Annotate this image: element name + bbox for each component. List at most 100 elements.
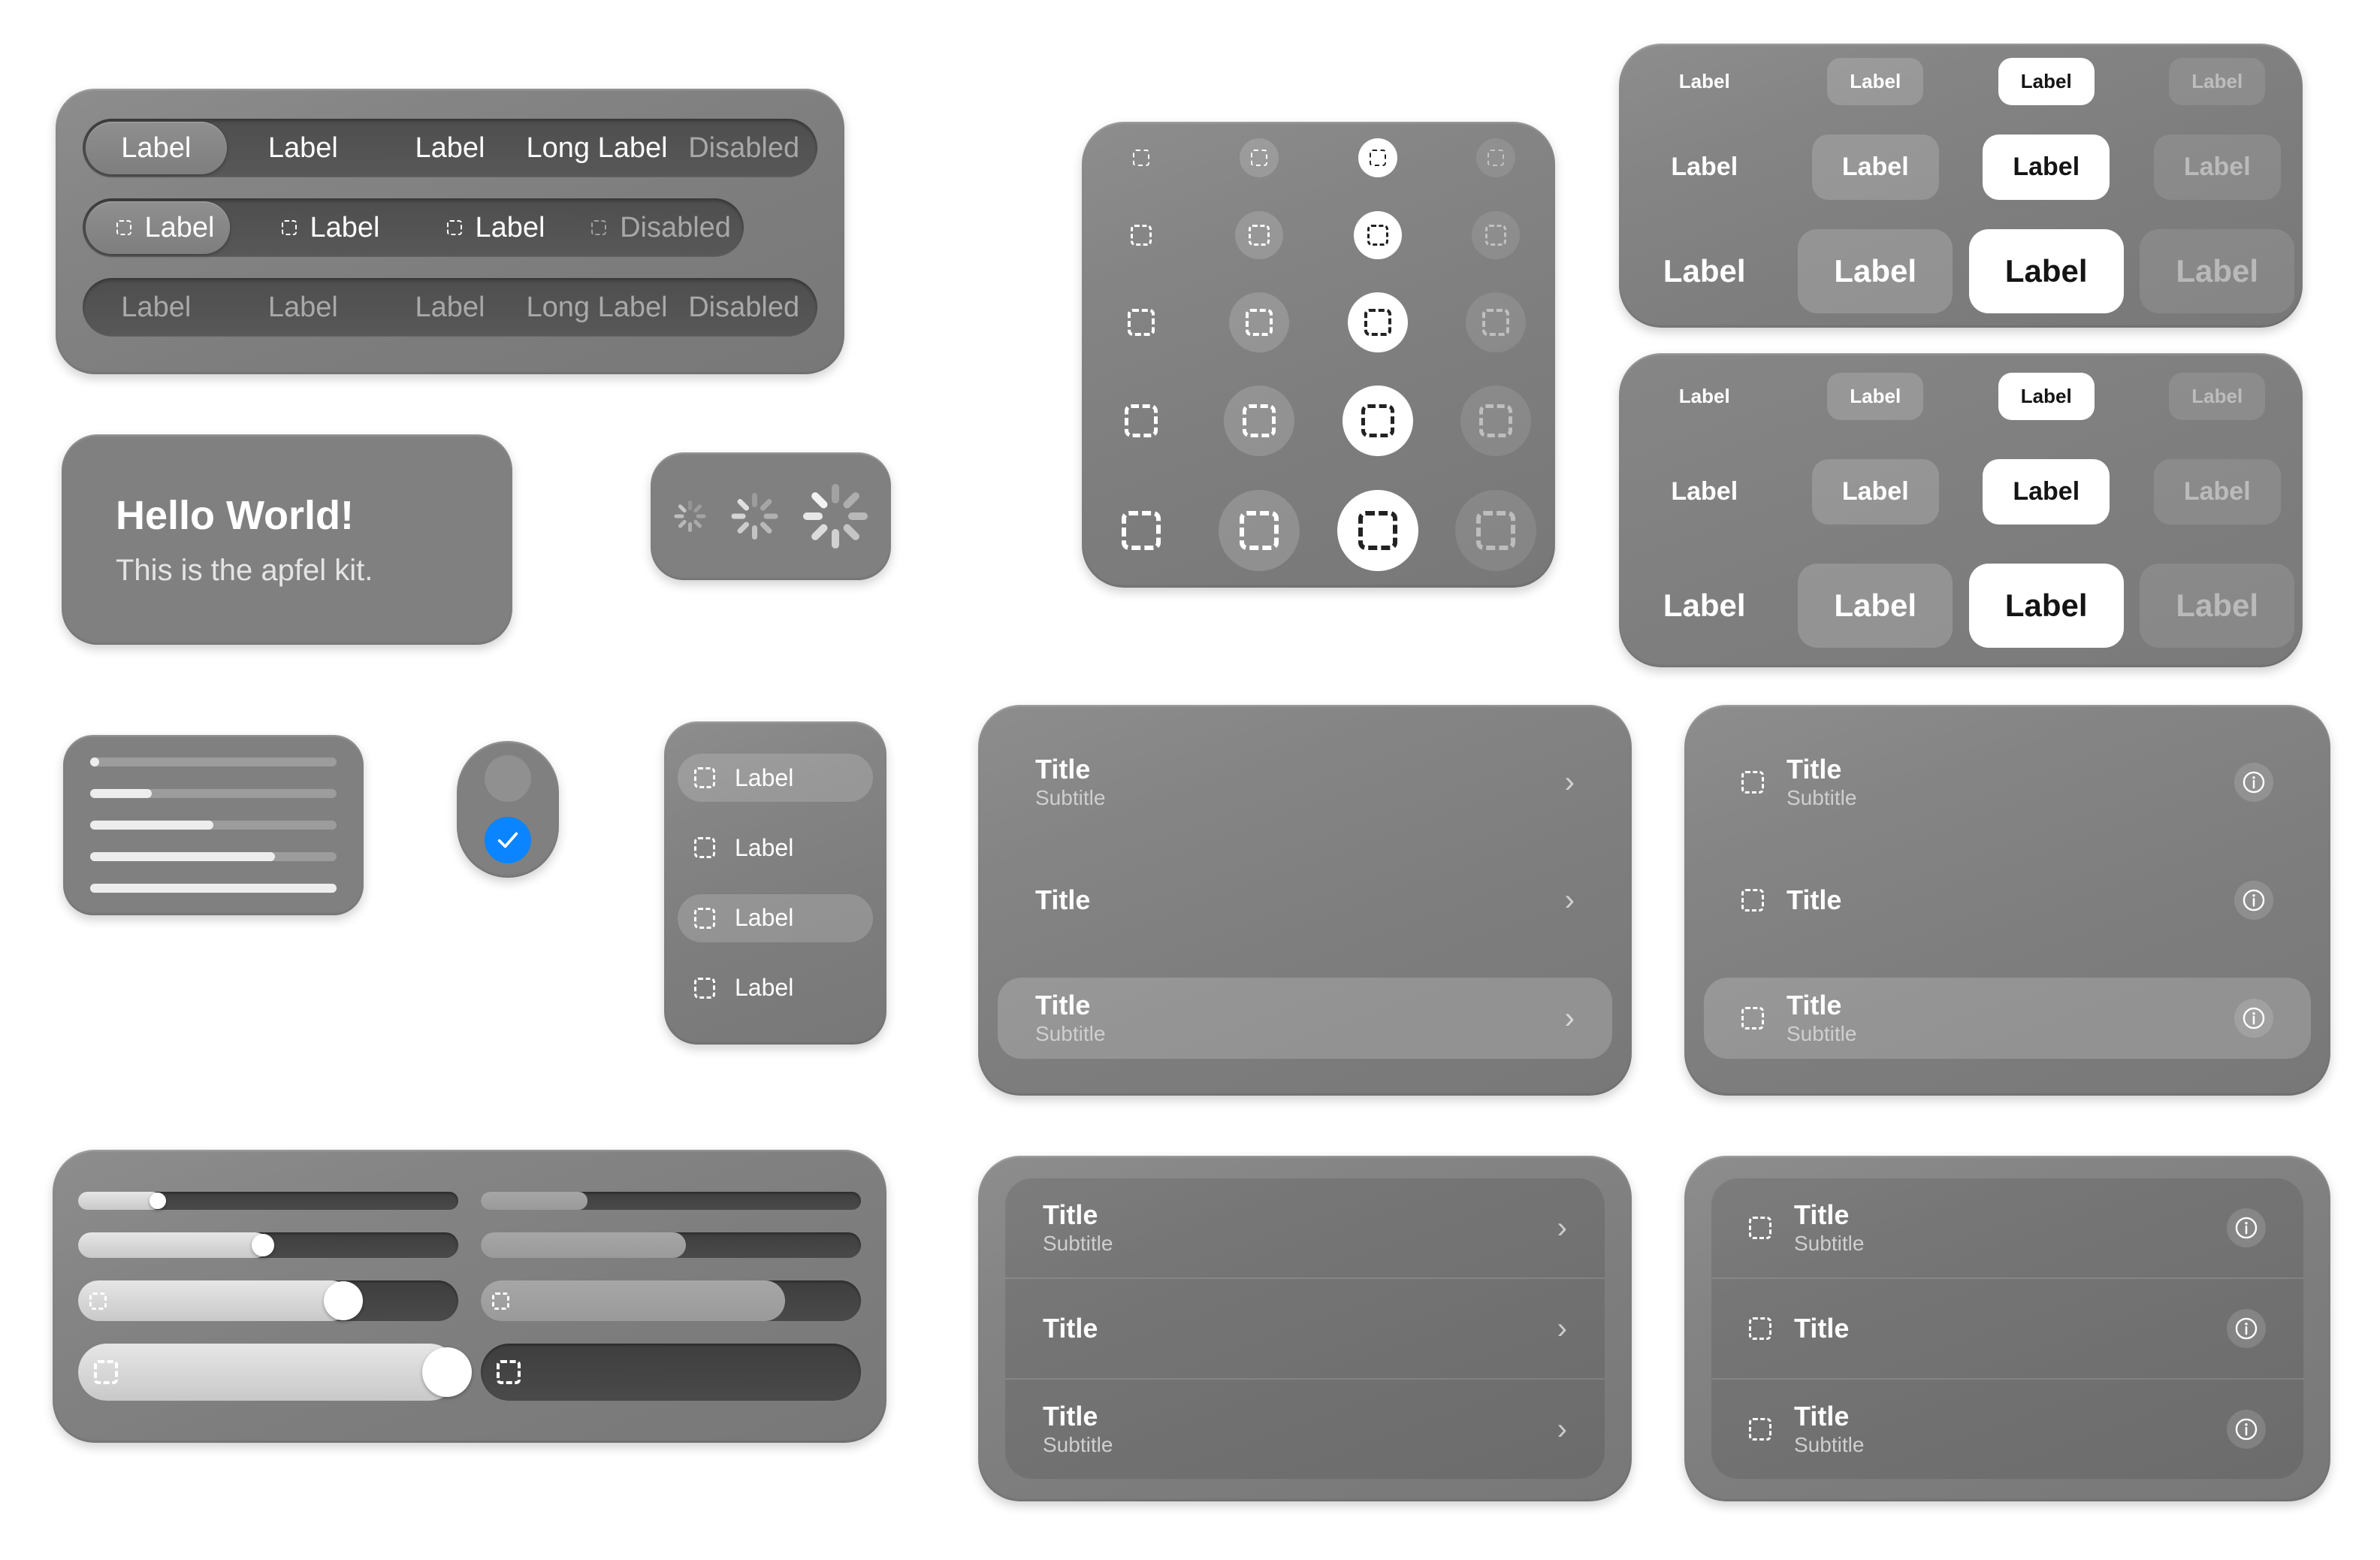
button-tint-matrix-bottom-2[interactable]: Label <box>1798 564 1953 648</box>
list-row[interactable]: Title Subtitle <box>1704 742 2311 823</box>
button-tint-matrix-top-1[interactable]: Label <box>1811 134 1939 200</box>
segmented-control-disabled-row[interactable]: Label Label Label Long Label Disabled <box>83 278 817 337</box>
progress-md[interactable] <box>481 1280 861 1321</box>
list-row-subtitle: Subtitle <box>1794 1232 1865 1256</box>
list-row[interactable]: Title Subtitle › <box>1005 1380 1605 1479</box>
icon-button-solid-0[interactable] <box>1358 138 1397 178</box>
slider-lg[interactable] <box>78 1344 473 1401</box>
icon-button-plain-2[interactable] <box>1111 292 1171 352</box>
slider-thumb[interactable] <box>422 1347 473 1397</box>
list-row[interactable]: Title Subtitle › <box>998 978 1612 1059</box>
button-label: Label <box>2191 385 2243 407</box>
progress-sm[interactable] <box>481 1232 861 1258</box>
info-button[interactable] <box>2234 881 2273 920</box>
button-plain-matrix-top-1[interactable]: Label <box>1641 135 1768 200</box>
slider-thumb[interactable] <box>252 1234 275 1256</box>
slider-sm[interactable] <box>78 1232 458 1258</box>
info-button[interactable] <box>2234 999 2273 1038</box>
progress-xs[interactable] <box>481 1192 861 1210</box>
segmented-control-with-icon[interactable]: Label Label Label Disabled <box>83 198 744 257</box>
progress-bar-3 <box>90 852 337 861</box>
menu-item-2[interactable]: Label <box>678 893 873 942</box>
progress-bar-fill <box>90 789 152 798</box>
info-button[interactable] <box>2227 1309 2266 1348</box>
button-plain-matrix-bottom-0[interactable]: Label <box>1657 373 1753 420</box>
placeholder-square-icon <box>694 767 715 789</box>
segment-label: Label <box>144 211 215 243</box>
icon-button-tint-4[interactable] <box>1219 489 1300 571</box>
segment-with-icon-1[interactable]: Label <box>248 198 413 257</box>
segment-plain-2[interactable]: Label <box>376 119 524 177</box>
radio-off[interactable] <box>485 755 531 803</box>
icon-button-plain-0[interactable] <box>1122 138 1161 177</box>
segment-label: Long Label <box>526 132 668 164</box>
list-row[interactable]: Title Subtitle › <box>998 742 1612 823</box>
menu-item-1[interactable]: Label <box>678 824 873 872</box>
menu-item-3[interactable]: Label <box>678 964 873 1012</box>
icon-button-plain-4[interactable] <box>1101 490 1182 571</box>
placeholder-square-icon <box>1488 150 1505 167</box>
button-tint-matrix-bottom-1[interactable]: Label <box>1811 459 1939 525</box>
slider-xs[interactable] <box>78 1192 458 1210</box>
button-solid-matrix-bottom-2[interactable]: Label <box>1968 564 2124 648</box>
list-row-text: Title <box>1035 885 1542 915</box>
icon-button-solid-4[interactable] <box>1336 489 1418 571</box>
progress-bar-1 <box>90 789 337 798</box>
list-row[interactable]: Title › <box>998 860 1612 941</box>
button-label: Label <box>1678 70 1730 93</box>
info-button[interactable] <box>2227 1208 2266 1247</box>
list-row[interactable]: Title Subtitle <box>1711 1178 2303 1279</box>
segment-plain-3[interactable]: Long Label <box>524 119 671 177</box>
icon-button-tint-3[interactable] <box>1224 385 1295 457</box>
list-panel-icon-inset: Title Subtitle Title Title Subtitle <box>1684 1156 2330 1501</box>
button-plain-matrix-bottom-1[interactable]: Label <box>1641 459 1768 525</box>
list-row[interactable]: Title Subtitle › <box>1005 1178 1605 1279</box>
list-row[interactable]: Title <box>1704 860 2311 941</box>
list-row[interactable]: Title Subtitle <box>1711 1380 2303 1479</box>
menu-item-0[interactable]: Label <box>678 754 873 803</box>
segment-with-icon-2[interactable]: Label <box>413 198 578 257</box>
list-row-text: Title Subtitle <box>1043 1401 1535 1457</box>
segment-disabled-row-2: Label <box>376 278 524 337</box>
icon-button-solid-2[interactable] <box>1347 292 1408 352</box>
list-row[interactable]: Title <box>1711 1279 2303 1380</box>
progress-bar-fill <box>90 821 213 830</box>
segment-plain-1[interactable]: Label <box>230 119 377 177</box>
button-plain-matrix-top-0[interactable]: Label <box>1657 58 1753 105</box>
button-solid-matrix-bottom-0[interactable]: Label <box>1998 373 2095 420</box>
icon-button-plain-1[interactable] <box>1117 211 1165 259</box>
list-row-text: Title Subtitle <box>1035 990 1542 1046</box>
placeholder-square-icon <box>1124 404 1158 438</box>
icon-button-plain-3[interactable] <box>1106 385 1176 456</box>
slider-thumb[interactable] <box>323 1281 363 1320</box>
icon-button-tint-1[interactable] <box>1235 210 1284 259</box>
button-solid-matrix-top-2[interactable]: Label <box>1968 228 2124 313</box>
icon-button-tint-0[interactable] <box>1240 138 1279 178</box>
slider-thumb[interactable] <box>150 1193 167 1209</box>
list-row[interactable]: Title › <box>1005 1279 1605 1380</box>
slider-md[interactable] <box>78 1280 458 1321</box>
icon-button-tint-2[interactable] <box>1229 292 1290 352</box>
segment-with-icon-0[interactable]: Label <box>83 198 248 257</box>
icon-button-solid-1[interactable] <box>1353 210 1402 259</box>
list-row-title: Title <box>1787 989 1842 1020</box>
button-plain-matrix-bottom-2[interactable]: Label <box>1627 564 1782 648</box>
button-solid-matrix-top-0[interactable]: Label <box>1998 58 2095 106</box>
info-button[interactable] <box>2234 763 2273 802</box>
info-circle-icon <box>2235 1317 2258 1340</box>
icon-button-solid-3[interactable] <box>1342 385 1413 457</box>
button-tint-matrix-top-2[interactable]: Label <box>1798 228 1953 313</box>
radio-on[interactable] <box>485 816 531 863</box>
info-button[interactable] <box>2227 1410 2266 1449</box>
button-solid-matrix-bottom-1[interactable]: Label <box>1983 459 2110 525</box>
progress-lg[interactable] <box>481 1344 861 1401</box>
segment-plain-0[interactable]: Label <box>83 119 230 177</box>
button-solid-matrix-top-1[interactable]: Label <box>1983 134 2110 200</box>
button-tint-matrix-bottom-0[interactable]: Label <box>1827 373 1924 420</box>
segment-with-icon-3: Disabled <box>578 198 744 257</box>
segmented-control-plain[interactable]: Label Label Label Long Label Disabled <box>83 119 817 177</box>
hello-card-subtitle: This is the apfel kit. <box>116 553 373 587</box>
list-row[interactable]: Title Subtitle <box>1704 978 2311 1059</box>
button-tint-matrix-top-0[interactable]: Label <box>1827 58 1924 106</box>
button-plain-matrix-top-2[interactable]: Label <box>1627 229 1782 313</box>
